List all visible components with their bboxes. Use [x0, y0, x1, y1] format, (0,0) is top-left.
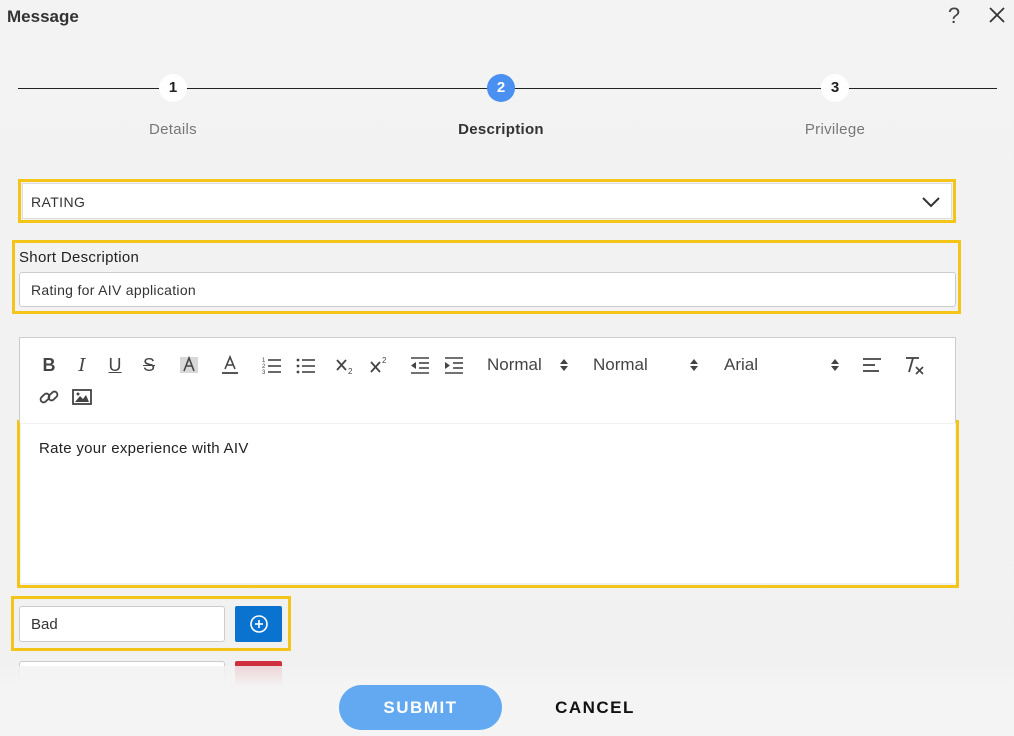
ordered-list-icon[interactable]: 1 2 3 — [261, 354, 283, 376]
type-select-value: RATING — [31, 194, 86, 210]
step-3-label: Privilege — [804, 121, 866, 138]
editor-content: Rate your experience with AIV — [39, 440, 249, 457]
plus-circle-icon — [249, 615, 268, 633]
footer — [0, 666, 1014, 736]
italic-icon[interactable]: I — [71, 354, 93, 376]
size-picker-value: Normal — [593, 355, 648, 374]
bullet-list-icon[interactable] — [295, 354, 317, 376]
option-input[interactable]: Bad — [19, 606, 225, 642]
image-icon[interactable] — [71, 386, 93, 408]
step-2-label: Description — [458, 121, 544, 138]
step-2-circle[interactable]: 2 — [487, 74, 515, 102]
size-picker[interactable]: Normal — [593, 353, 705, 377]
dialog-title: Message — [7, 7, 79, 26]
step-1-circle[interactable]: 1 — [159, 74, 187, 102]
add-option-button[interactable] — [235, 606, 282, 642]
cancel-button[interactable]: CANCEL — [540, 685, 650, 730]
close-icon[interactable] — [986, 4, 1008, 26]
font-picker-value: Arial — [724, 355, 759, 374]
indent-icon[interactable] — [443, 354, 465, 376]
align-icon[interactable] — [861, 354, 883, 376]
link-icon[interactable] — [38, 386, 60, 408]
clear-format-icon[interactable] — [903, 354, 925, 376]
bold-icon[interactable]: B — [38, 354, 60, 376]
background-color-icon[interactable] — [178, 354, 200, 376]
updown-arrows-icon — [690, 359, 698, 371]
type-select[interactable]: RATING — [22, 183, 952, 219]
svg-text:2: 2 — [382, 356, 387, 365]
font-picker[interactable]: Arial — [724, 353, 846, 377]
strike-icon[interactable]: S — [138, 354, 160, 376]
chevron-down-icon — [922, 197, 940, 208]
header-picker-value: Normal — [487, 355, 542, 374]
help-icon[interactable]: ? — [942, 3, 966, 29]
updown-arrows-icon — [831, 359, 839, 371]
subscript-icon[interactable]: 2 — [335, 354, 357, 376]
message-dialog: Message ? 1 2 3 Details Description Priv… — [0, 0, 1014, 736]
step-1-label: Details — [149, 121, 197, 138]
step-3-circle[interactable]: 3 — [821, 74, 849, 102]
svg-text:3: 3 — [262, 370, 266, 376]
text-color-icon[interactable] — [219, 354, 241, 376]
svg-text:2: 2 — [348, 367, 353, 376]
superscript-icon[interactable]: 2 — [369, 354, 391, 376]
submit-button[interactable]: SUBMIT — [339, 685, 502, 730]
description-editor[interactable]: Rate your experience with AIV — [21, 424, 955, 583]
short-description-label: Short Description — [19, 249, 140, 266]
outdent-icon[interactable] — [409, 354, 431, 376]
short-description-input[interactable]: Rating for AIV application — [19, 272, 956, 307]
updown-arrows-icon — [560, 359, 568, 371]
underline-icon[interactable]: U — [104, 354, 126, 376]
editor-toolbar: B I U S 1 2 3 2 2 Normal Normal Arial — [19, 337, 956, 423]
header-picker[interactable]: Normal — [487, 353, 577, 377]
